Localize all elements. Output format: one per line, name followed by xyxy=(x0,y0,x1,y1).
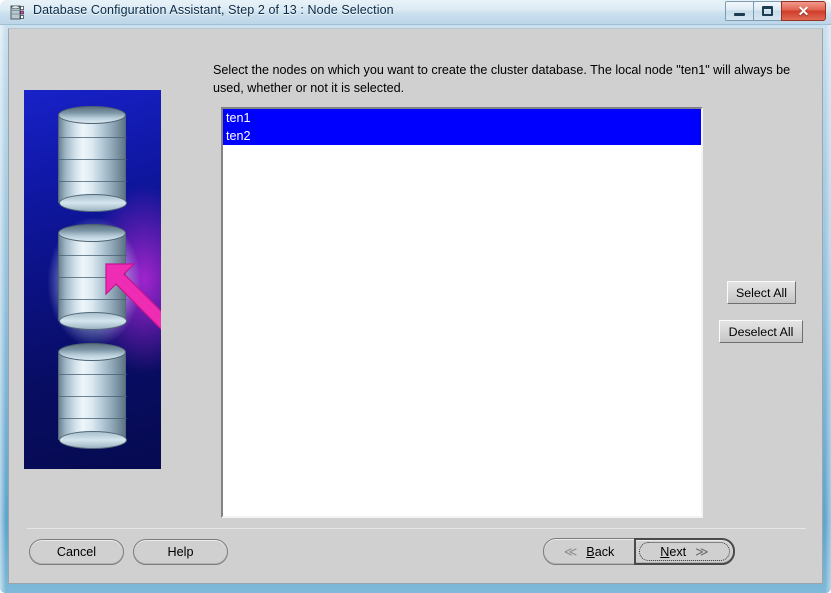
help-button-label: Help xyxy=(167,545,194,559)
sidebar-artwork xyxy=(24,90,161,469)
window-controls: ✕ xyxy=(725,1,826,22)
minimize-icon xyxy=(734,13,745,16)
back-button-label: Back xyxy=(586,545,614,559)
application-window: Database Configuration Assistant, Step 2… xyxy=(0,0,831,593)
help-button[interactable]: Help xyxy=(133,539,228,565)
node-list-items: ten1 ten2 xyxy=(223,109,701,145)
cancel-button[interactable]: Cancel xyxy=(29,539,124,565)
instruction-text: Select the nodes on which you want to cr… xyxy=(213,63,791,95)
pointer-arrow-icon xyxy=(105,263,161,330)
window-title: Database Configuration Assistant, Step 2… xyxy=(33,3,394,17)
maximize-icon xyxy=(762,6,773,16)
node-list[interactable]: ten1 ten2 xyxy=(221,107,703,518)
back-mnemonic: B xyxy=(586,544,595,559)
deselect-all-button[interactable]: Deselect All xyxy=(719,320,803,343)
footer-separator xyxy=(27,528,806,529)
database-cylinder-bottom xyxy=(58,343,127,449)
close-icon: ✕ xyxy=(797,3,810,19)
list-item[interactable]: ten2 xyxy=(223,127,701,145)
database-app-icon xyxy=(10,5,24,20)
chevron-left-icon: ≪ xyxy=(563,544,578,559)
list-item[interactable]: ten1 xyxy=(223,109,701,127)
back-label-rest: ack xyxy=(594,544,615,559)
next-button[interactable]: Next ≫ xyxy=(634,538,735,565)
cancel-button-label: Cancel xyxy=(56,545,97,559)
close-button[interactable]: ✕ xyxy=(781,1,826,21)
select-all-button[interactable]: Select All xyxy=(727,281,796,304)
next-mnemonic: N xyxy=(660,544,670,559)
next-label-rest: ext xyxy=(669,544,687,559)
chevron-right-icon: ≫ xyxy=(695,544,709,559)
dialog-client-area: Select the nodes on which you want to cr… xyxy=(8,28,823,584)
navigation-buttons: ≪ Back Next ≫ xyxy=(543,538,735,565)
back-button[interactable]: ≪ Back xyxy=(543,538,635,565)
minimize-button[interactable] xyxy=(725,1,754,21)
database-cylinder-top xyxy=(58,106,127,212)
next-button-label: Next xyxy=(660,545,686,559)
title-bar[interactable]: Database Configuration Assistant, Step 2… xyxy=(0,0,831,25)
maximize-button[interactable] xyxy=(753,1,782,21)
